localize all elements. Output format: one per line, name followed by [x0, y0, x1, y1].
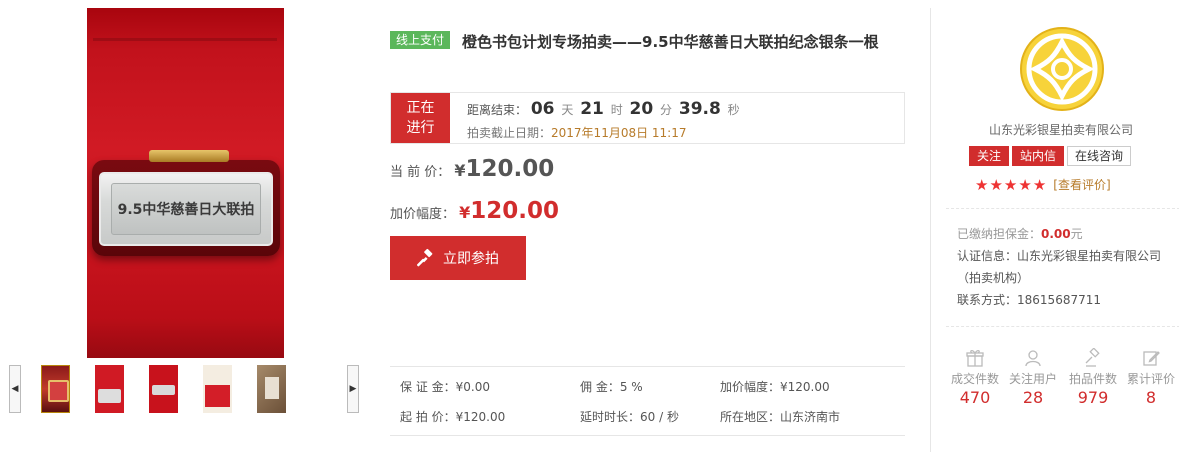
deadline-value: 2017年11月08日 11:17 [551, 126, 687, 140]
countdown-label: 距离结束： [467, 103, 528, 117]
divider [946, 326, 1179, 327]
image-shade [87, 318, 284, 358]
seller-actions: 关注 站内信 在线咨询 [969, 146, 1132, 166]
seller-logo[interactable] [1019, 26, 1105, 112]
arrow-right-icon: ▶ [349, 384, 357, 394]
status-line-2: 进行 [406, 120, 435, 136]
seller-panel: 山东光彩银星拍卖有限公司 关注 站内信 在线咨询 ★ ★ ★ ★ ★ [查看评价… [930, 8, 1179, 452]
stat-label: 关注用户 [1008, 372, 1057, 386]
star-icon: ★ [989, 175, 1003, 194]
stat-label: 累计评价 [1126, 372, 1175, 386]
seller-contact: 联系方式：18615687711 [957, 289, 1167, 311]
increment-label: 加价幅度： [390, 207, 456, 222]
term-location: 所在地区：山东济南市 [720, 410, 841, 424]
stat-value: 470 [959, 388, 991, 407]
countdown-timer: 距离结束： 06 天 21 时 20 分 39.8 秒 [467, 99, 743, 119]
status-line-1: 正在 [406, 100, 435, 116]
seller-deposit: 已缴纳担保金：0.00元 [957, 223, 1167, 245]
thumbnail-5[interactable] [257, 365, 286, 413]
thumbnail-next-button[interactable]: ▶ [347, 365, 359, 413]
consult-button[interactable]: 在线咨询 [1067, 146, 1132, 166]
arrow-left-icon: ◀ [11, 384, 19, 394]
stat-lots[interactable]: 拍品件数 979 [1064, 348, 1122, 407]
thumbnail-3[interactable] [149, 365, 178, 413]
lot-title: 橙色书包计划专场拍卖——9.5中华慈善日大联拍纪念银条一根 [462, 33, 879, 51]
hammer-icon [1085, 348, 1100, 367]
term-increment: 加价幅度：¥120.00 [720, 380, 830, 394]
silver-bar: 9.5中华慈善日大联拍 [99, 172, 273, 246]
current-price: 当 前 价： ¥120.00 [390, 156, 554, 182]
main-product-image[interactable]: 9.5中华慈善日大联拍 [87, 8, 284, 358]
seller-name[interactable]: 山东光彩银星拍卖有限公司 [931, 121, 1179, 138]
seller-rating: ★ ★ ★ ★ ★ [查看评价] [975, 176, 1111, 193]
message-button[interactable]: 站内信 [1012, 146, 1065, 166]
term-start-price: 起 拍 价：¥120.00 [400, 410, 506, 424]
countdown-minutes-unit: 分 [660, 103, 673, 117]
silver-bar-inscription: 9.5中华慈善日大联拍 [111, 183, 261, 235]
countdown-days: 06 [530, 99, 555, 119]
stat-label: 成交件数 [950, 372, 999, 386]
stat-value: 8 [1145, 388, 1157, 407]
divider [946, 208, 1179, 209]
thumbnail-prev-button[interactable]: ◀ [9, 365, 21, 413]
current-price-value: 120.00 [465, 156, 555, 182]
stat-value: 28 [1022, 388, 1044, 407]
deposit-paid-value: 0.00 [1041, 227, 1071, 241]
contact-value: 18615687711 [1017, 293, 1101, 307]
star-icon: ★ [1003, 175, 1018, 194]
user-icon [1025, 350, 1041, 367]
countdown-seconds-unit: 秒 [727, 103, 740, 117]
follow-button[interactable]: 关注 [969, 146, 1010, 166]
countdown-minutes: 20 [629, 99, 654, 119]
star-icon: ★ [1018, 175, 1032, 194]
countdown-days-unit: 天 [561, 103, 574, 117]
auction-terms: 保 证 金：¥0.00 佣 金：5 % 加价幅度：¥120.00 起 拍 价：¥… [390, 366, 905, 436]
gift-icon [966, 350, 984, 367]
star-icon: ★ [1032, 175, 1047, 194]
stat-deals[interactable]: 成交件数 470 [946, 348, 1004, 407]
increment-price: 加价幅度： ¥120.00 [390, 198, 559, 224]
countdown-hours: 21 [580, 99, 604, 119]
increment-value: 120.00 [470, 198, 560, 224]
edit-icon [1143, 351, 1160, 366]
countdown-seconds: 39.8 [678, 99, 721, 119]
deadline: 拍卖截止日期：2017年11月08日 11:17 [467, 124, 687, 141]
deposit-paid-unit: 元 [1070, 227, 1083, 241]
stat-value: 979 [1077, 388, 1109, 407]
current-price-symbol: ¥ [454, 161, 466, 180]
case-clasp [149, 150, 229, 162]
deadline-label: 拍卖截止日期： [467, 126, 552, 140]
cert-label: 认证信息： [957, 249, 1018, 263]
stat-reviews[interactable]: 累计评价 8 [1122, 348, 1179, 407]
countdown-hours-unit: 时 [610, 103, 623, 117]
box-edge [93, 38, 277, 41]
term-commission: 佣 金：5 % [580, 380, 643, 394]
thumbnail-2[interactable] [95, 365, 124, 413]
stat-followers[interactable]: 关注用户 28 [1004, 348, 1062, 407]
status-tag: 正在 进行 [391, 93, 450, 143]
star-icon: ★ [975, 175, 989, 194]
deposit-paid-label: 已缴纳担保金： [957, 227, 1042, 241]
stat-label: 拍品件数 [1068, 372, 1117, 386]
thumbnail-4[interactable] [203, 365, 232, 413]
bid-now-label: 立即参拍 [443, 251, 499, 267]
thumbnail-1[interactable] [41, 365, 70, 413]
hammer-icon [417, 248, 433, 267]
term-deposit: 保 证 金：¥0.00 [400, 380, 490, 394]
countdown-panel: 正在 进行 距离结束： 06 天 21 时 20 分 39.8 秒 拍卖截止日期… [390, 92, 905, 144]
seller-certification: 认证信息：山东光彩银星拍卖有限公司（拍卖机构） [957, 245, 1167, 289]
contact-label: 联系方式： [957, 293, 1018, 307]
view-reviews-link[interactable]: [查看评价] [1053, 176, 1110, 193]
term-delay: 延时时长：60 / 秒 [580, 410, 679, 424]
increment-symbol: ¥ [459, 203, 471, 222]
bid-now-button[interactable]: 立即参拍 [390, 236, 526, 280]
current-price-label: 当 前 价： [390, 165, 451, 180]
payment-badge: 线上支付 [390, 31, 451, 49]
